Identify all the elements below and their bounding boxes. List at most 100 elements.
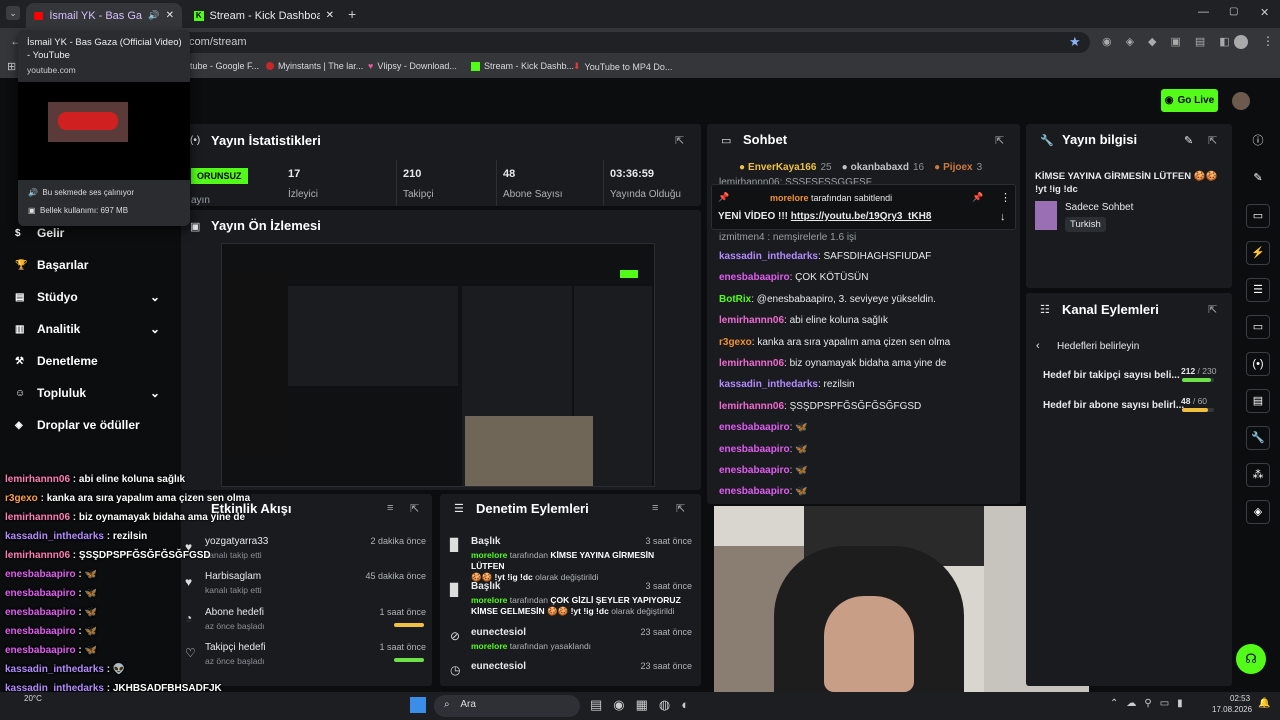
- speaker-icon[interactable]: 🔊: [148, 10, 159, 21]
- sidebar-item[interactable]: ▥ Analitik ⌄: [15, 322, 160, 336]
- expand-icon[interactable]: ⇱: [995, 134, 1004, 147]
- goal-label[interactable]: Hedef bir takipçi sayısı beli...: [1043, 370, 1180, 381]
- moderation-time: 3 saat önce: [645, 581, 692, 591]
- chat-message[interactable]: r3gexo: kanka ara sıra yapalım ama çizen…: [719, 337, 1015, 348]
- chat-username: lemirhannn06: [5, 474, 71, 485]
- expand-icon[interactable]: ⇱: [410, 502, 419, 515]
- comment-icon[interactable]: ▭: [1246, 315, 1270, 339]
- bookmark-item[interactable]: tube - Google F...: [190, 61, 259, 71]
- chat-message[interactable]: lemirhannn06: ŞSŞDPSPFĞSĞFĞSĞFGSD: [719, 401, 1015, 412]
- chat-message[interactable]: enesbabaapiro: ÇOK KÖTÜSÜN: [719, 272, 1015, 283]
- tab-kick-dashboard[interactable]: K Stream - Kick Dashboard ✕: [186, 3, 342, 28]
- moderation-time: 23 saat önce: [640, 627, 692, 637]
- notification-icon[interactable]: 🔔: [1258, 698, 1270, 709]
- minimize-button[interactable]: —: [1198, 6, 1209, 18]
- chat-message[interactable]: enesbabaapiro: 🦋: [719, 486, 1015, 497]
- chat-message[interactable]: lemirhannn06: abi eline koluna sağlık: [719, 315, 1015, 326]
- info-icon[interactable]: ⓘ: [1246, 130, 1270, 154]
- stat-value: 03:36:59: [610, 168, 655, 180]
- sidebar-item[interactable]: $ Gelir: [15, 226, 160, 240]
- chat-message[interactable]: enesbabaapiro: 🦋: [719, 444, 1015, 455]
- preview-video[interactable]: [221, 243, 655, 487]
- chat-text: kanka ara sıra yapalım ama çizen sen olm…: [46, 493, 251, 504]
- chat-username: enesbabaapiro: [719, 486, 790, 498]
- extension-icons[interactable]: ◉◈◆▣▤◧: [1102, 35, 1244, 48]
- moderation-item[interactable]: ▉ Başlık 3 saat önce morelore tarafından Kİ…: [440, 536, 701, 582]
- chat-username: kassadin_inthedarks: [5, 531, 104, 542]
- supporter[interactable]: ● Pijoex 3: [934, 162, 982, 173]
- pin-toggle-icon[interactable]: 📌: [972, 192, 983, 203]
- back-chevron-icon[interactable]: ‹: [1036, 340, 1040, 352]
- chat-text: 🦋: [84, 626, 97, 637]
- sidebar-item[interactable]: ▤ Stüdyo ⌄: [15, 290, 160, 304]
- taskbar-apps[interactable]: ▤◉▦◍◐: [590, 697, 700, 713]
- supporter[interactable]: ● EnverKaya166 25: [739, 162, 832, 173]
- bookmark-item[interactable]: Stream - Kick Dashb...: [471, 61, 574, 71]
- arrow-down-icon[interactable]: ↓: [1000, 211, 1006, 223]
- overlay-chat-message: lemirhannn06 : abi eline koluna sağlık: [5, 474, 186, 485]
- chat-panel: ▭ Sohbet ⇱ ● EnverKaya166 25 ● okanbabaxd 16 ●…: [707, 124, 1020, 504]
- badge-icon[interactable]: ◈: [1246, 500, 1270, 524]
- supporter[interactable]: ● okanbabaxd 16: [842, 162, 925, 173]
- tab-title: Stream - Kick Dashboard: [209, 9, 320, 22]
- expand-icon[interactable]: ⇱: [1208, 134, 1217, 147]
- pen-icon[interactable]: ✎: [1246, 167, 1270, 191]
- save-icon[interactable]: ▤: [1246, 389, 1270, 413]
- chat-message[interactable]: enesbabaapiro: 🦋: [719, 465, 1015, 476]
- bookmark-item[interactable]: ♥ Vlipsy - Download...: [368, 61, 457, 71]
- more-options-icon[interactable]: ⋮: [1000, 191, 1011, 204]
- bookmark-item[interactable]: Myinstants | The lar...: [266, 61, 363, 71]
- person: [824, 596, 914, 692]
- menu-dots-icon[interactable]: ⋮: [1262, 34, 1274, 48]
- chat-message[interactable]: lemirhannn06: biz oynamayak bidaha ama y…: [719, 358, 1015, 369]
- chat-text: 🦋: [795, 443, 808, 455]
- start-icon[interactable]: [410, 697, 426, 713]
- bookmark-star-icon[interactable]: ★: [1069, 34, 1081, 50]
- profile-avatar[interactable]: [1234, 35, 1248, 49]
- list-icon[interactable]: ☰: [1246, 278, 1270, 302]
- broadcast-icon[interactable]: (•): [1246, 352, 1270, 376]
- address-bar[interactable]: .com/stream: [120, 32, 1090, 53]
- share-icon[interactable]: ⁂: [1246, 463, 1270, 487]
- sidebar-item[interactable]: ☺ Topluluk ⌄: [15, 386, 160, 400]
- bolt-icon[interactable]: ⚡: [1246, 241, 1270, 265]
- card-icon[interactable]: ▭: [1246, 204, 1270, 228]
- weather-widget[interactable]: 20°C: [24, 694, 42, 703]
- filter-icon[interactable]: ≡: [387, 502, 393, 514]
- tag-badge[interactable]: Turkish: [1065, 217, 1106, 232]
- chat-message[interactable]: enesbabaapiro: 🦋: [719, 422, 1015, 433]
- sidebar-item[interactable]: 🏆 Başarılar: [15, 258, 160, 272]
- new-tab-button[interactable]: +: [348, 6, 356, 22]
- close-icon[interactable]: ✕: [166, 10, 174, 21]
- chat-username: enesbabaapiro: [5, 588, 76, 599]
- overlay-chat-message: enesbabaapiro : 🦋: [5, 645, 97, 656]
- expand-icon[interactable]: ⇱: [1208, 303, 1217, 316]
- chat-message[interactable]: BotRix: @enesbabaapiro, 3. seviyeye yüks…: [719, 294, 1015, 305]
- moderation-item[interactable]: ▉ Başlık 3 saat önce morelore tarafından ÇO…: [440, 581, 701, 621]
- user-avatar[interactable]: [1232, 92, 1250, 110]
- filter-icon[interactable]: ≡: [652, 502, 658, 514]
- expand-icon[interactable]: ⇱: [675, 134, 684, 147]
- support-button[interactable]: ☊: [1236, 644, 1266, 674]
- edit-icon[interactable]: ✎: [1184, 134, 1193, 147]
- sidebar-item[interactable]: ◈ Droplar ve ödüller: [15, 418, 160, 432]
- goal-label[interactable]: Hedef bir abone sayısı belirl...: [1043, 400, 1184, 411]
- moderation-item[interactable]: ◷ eunectesiol 23 saat önce: [440, 661, 701, 686]
- tray-icons[interactable]: ⌃☁⚲▭▮: [1110, 698, 1191, 709]
- search-box[interactable]: ⌕ Ara: [434, 695, 580, 717]
- tab-youtube[interactable]: İsmail YK - Bas Gaza (Official Video) 🔊 …: [26, 3, 182, 28]
- tab-search-button[interactable]: ⌄: [6, 6, 20, 20]
- wrench-icon[interactable]: 🔧: [1246, 426, 1270, 450]
- maximize-button[interactable]: ▢: [1229, 6, 1238, 17]
- status-badge: ORUNSUZ: [191, 168, 248, 184]
- go-live-button[interactable]: ◉ Go Live: [1161, 89, 1218, 112]
- close-icon[interactable]: ✕: [326, 10, 334, 21]
- expand-icon[interactable]: ⇱: [676, 502, 685, 515]
- pinned-link[interactable]: https://youtu.be/19Qry3_tKH8: [791, 211, 932, 222]
- window-close-button[interactable]: ✕: [1260, 6, 1269, 19]
- apps-icon[interactable]: ⊞: [7, 60, 16, 73]
- chat-message[interactable]: kassadin_inthedarks: rezilsin: [719, 379, 1015, 390]
- bookmark-item[interactable]: ⬇ YouTube to MP4 Do...: [573, 61, 672, 72]
- sidebar-item[interactable]: ⚒ Denetleme: [15, 354, 160, 368]
- chat-message[interactable]: kassadin_inthedarks: SAFSDIHAGHSFIUDAF: [719, 251, 1015, 262]
